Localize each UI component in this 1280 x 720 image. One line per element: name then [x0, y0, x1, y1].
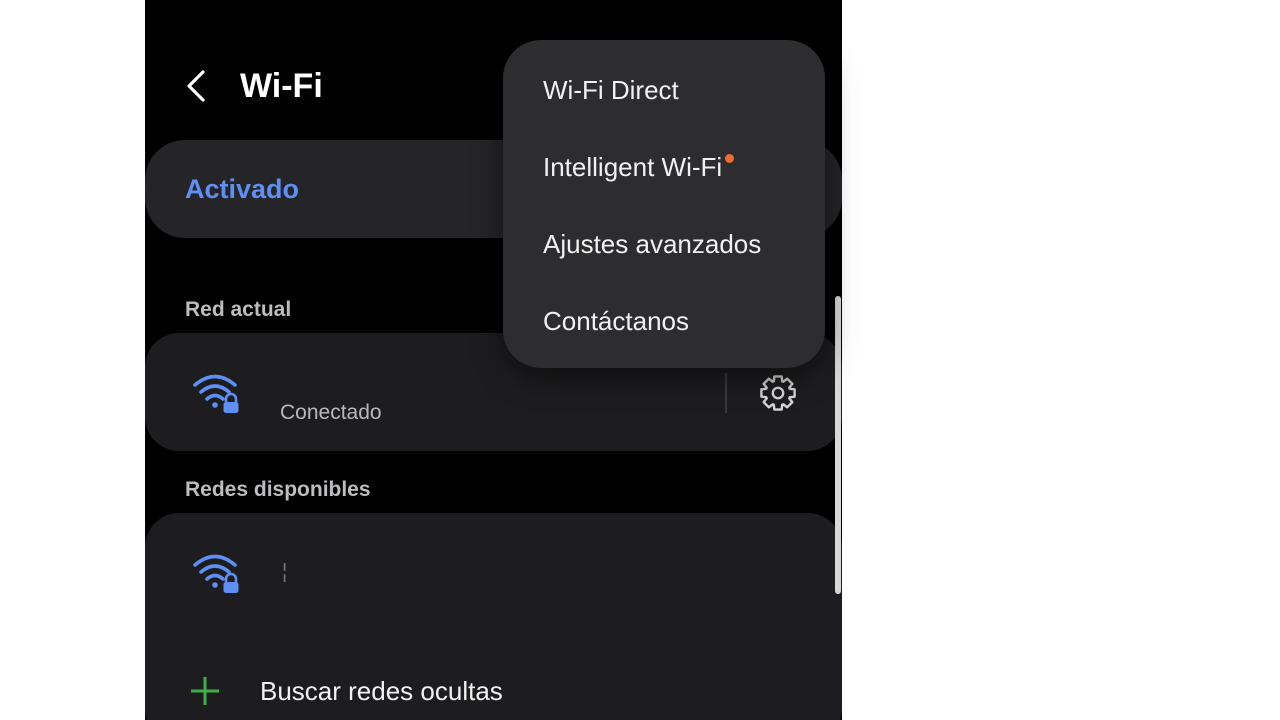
menu-item-label: Contáctanos	[543, 306, 689, 336]
section-label-current: Red actual	[185, 298, 292, 321]
row-divider	[725, 373, 727, 413]
wifi-lock-icon	[193, 374, 239, 413]
search-hidden-networks-button[interactable]: Buscar redes ocultas	[145, 660, 842, 720]
section-label-available: Redes disponibles	[185, 478, 371, 501]
search-hidden-networks-label: Buscar redes ocultas	[260, 676, 503, 706]
menu-item-advanced-settings[interactable]: Ajustes avanzados	[543, 219, 813, 269]
gear-icon[interactable]	[758, 373, 798, 413]
overflow-menu: Wi-Fi Direct Intelligent Wi-Fi Ajustes a…	[503, 40, 825, 368]
menu-item-contact-us[interactable]: Contáctanos	[543, 296, 813, 346]
menu-item-label: Wi-Fi Direct	[543, 75, 679, 105]
page-title: Wi-Fi	[240, 67, 323, 105]
network-name-cursor: ¦	[282, 561, 288, 583]
toggle-label: Activado	[185, 174, 300, 204]
connection-status: Conectado	[280, 401, 382, 424]
wifi-lock-icon	[193, 554, 239, 593]
menu-item-label: Intelligent Wi-Fi	[543, 152, 723, 182]
menu-item-label: Ajustes avanzados	[543, 229, 762, 259]
menu-item-intelligent-wifi[interactable]: Intelligent Wi-Fi	[543, 142, 813, 192]
chevron-left-icon[interactable]	[183, 68, 211, 104]
menu-item-wifi-direct[interactable]: Wi-Fi Direct	[543, 65, 813, 115]
plus-icon	[191, 677, 219, 705]
new-badge-dot	[725, 154, 735, 163]
scrollbar[interactable]	[835, 296, 841, 594]
network-list-item[interactable]: ¦	[145, 513, 842, 633]
